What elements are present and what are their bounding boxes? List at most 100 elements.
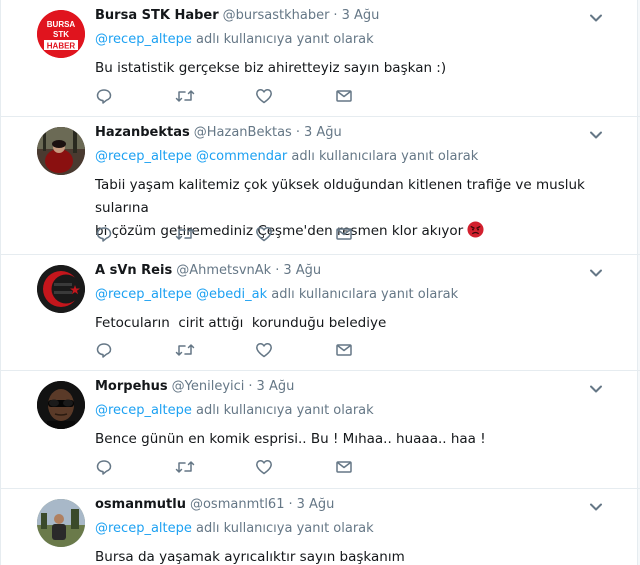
user-handle[interactable]: @bursastkhaber xyxy=(223,8,330,23)
separator-dot: · xyxy=(288,497,293,512)
tweet[interactable]: Morpehus @Yenileyici · 3 Ağu @recep_alte… xyxy=(1,371,640,489)
svg-text:STK: STK xyxy=(53,30,69,39)
tweet[interactable]: Hazanbektas @HazanBektas · 3 Ağu @recep_… xyxy=(1,117,640,255)
chevron-down-icon xyxy=(590,269,602,277)
tweet-text: Bence günün en komik esprisi.. Bu ! Mıha… xyxy=(95,431,486,447)
timestamp[interactable]: 3 Ağu xyxy=(297,497,335,512)
timestamp[interactable]: 3 Ağu xyxy=(257,379,295,394)
mention-link[interactable]: @recep_altepe xyxy=(95,149,192,164)
like-button[interactable] xyxy=(255,458,335,476)
tweet-actions xyxy=(95,458,415,476)
tweet-content: osmanmutlu @osmanmtl61 · 3 Ağu @recep_al… xyxy=(95,497,620,565)
like-icon xyxy=(256,343,272,358)
retweet-button[interactable] xyxy=(175,341,255,359)
like-button[interactable] xyxy=(255,341,335,359)
more-options-button[interactable] xyxy=(588,127,604,143)
direct-message-button[interactable] xyxy=(335,458,415,476)
mention-link[interactable]: @commendar xyxy=(196,149,287,164)
user-handle[interactable]: @AhmetsvnAk xyxy=(176,263,271,278)
reply-context-label: adlı kullanıcıya yanıt olarak xyxy=(196,403,374,418)
reply-button[interactable] xyxy=(95,458,175,476)
avatar[interactable] xyxy=(37,381,85,429)
tweet[interactable]: osmanmutlu @osmanmtl61 · 3 Ağu @recep_al… xyxy=(1,489,640,565)
reply-context: @recep_altepe @commendar adlı kullanıcıl… xyxy=(95,149,620,167)
tweet-text: Bu istatistik gerçekse biz ahiretteyiz s… xyxy=(95,60,447,76)
reply-context: @recep_altepe adlı kullanıcıya yanıt ola… xyxy=(95,403,620,421)
user-photo xyxy=(37,381,85,429)
angry-face-emoji-icon xyxy=(467,221,485,238)
tweet-actions xyxy=(95,225,415,243)
reply-context-label: adlı kullanıcılara yanıt olarak xyxy=(291,149,479,164)
mention-link[interactable]: @recep_altepe xyxy=(95,287,192,302)
more-options-button[interactable] xyxy=(588,10,604,26)
tweet-content: A sVn Reis @AhmetsvnAk · 3 Ağu @recep_al… xyxy=(95,263,620,335)
retweet-icon xyxy=(175,228,195,240)
tweet-header: osmanmutlu @osmanmtl61 · 3 Ağu xyxy=(95,497,620,515)
tweet[interactable]: BURSA STK HABER Bursa STK Haber @bursast… xyxy=(1,0,640,117)
avatar[interactable] xyxy=(37,499,85,547)
avatar[interactable]: BURSA STK HABER xyxy=(37,10,85,58)
separator-dot: · xyxy=(248,379,253,394)
reply-context-label: adlı kullanıcılara yanıt olarak xyxy=(271,287,459,302)
retweet-icon xyxy=(175,344,195,356)
display-name[interactable]: osmanmutlu xyxy=(95,497,186,512)
timestamp[interactable]: 3 Ağu xyxy=(283,263,321,278)
reply-feed: BURSA STK HABER Bursa STK Haber @bursast… xyxy=(0,0,640,565)
reply-context: @recep_altepe adlı kullanıcıya yanıt ola… xyxy=(95,521,620,539)
user-photo xyxy=(37,127,85,175)
retweet-button[interactable] xyxy=(175,458,255,476)
direct-message-icon xyxy=(336,461,352,473)
tweet-header: Hazanbektas @HazanBektas · 3 Ağu xyxy=(95,125,620,143)
display-name[interactable]: Morpehus xyxy=(95,379,168,394)
reply-context-label: adlı kullanıcıya yanıt olarak xyxy=(196,521,374,536)
reply-button[interactable] xyxy=(95,87,175,105)
reply-icon xyxy=(96,460,112,475)
direct-message-icon xyxy=(336,344,352,356)
tweet-content: Morpehus @Yenileyici · 3 Ağu @recep_alte… xyxy=(95,379,620,451)
svg-text:BURSA: BURSA xyxy=(47,20,76,29)
user-photo xyxy=(37,499,85,547)
tweet-actions xyxy=(95,87,415,105)
bursa-stk-haber-logo: BURSA STK HABER xyxy=(37,10,85,58)
mention-link[interactable]: @recep_altepe xyxy=(95,521,192,536)
direct-message-button[interactable] xyxy=(335,225,415,243)
retweet-button[interactable] xyxy=(175,87,255,105)
direct-message-button[interactable] xyxy=(335,87,415,105)
user-handle[interactable]: @HazanBektas xyxy=(194,125,292,140)
chevron-down-icon xyxy=(590,131,602,139)
mention-link[interactable]: @recep_altepe xyxy=(95,403,192,418)
mention-link[interactable]: @ebedi_ak xyxy=(196,287,267,302)
more-options-button[interactable] xyxy=(588,381,604,397)
tweet[interactable]: A sVn Reis @AhmetsvnAk · 3 Ağu @recep_al… xyxy=(1,255,640,371)
tweet-content: Bursa STK Haber @bursastkhaber · 3 Ağu @… xyxy=(95,8,620,80)
separator-dot: · xyxy=(295,125,300,140)
retweet-icon xyxy=(175,90,195,102)
reply-button[interactable] xyxy=(95,225,175,243)
tweet-header: A sVn Reis @AhmetsvnAk · 3 Ağu xyxy=(95,263,620,281)
display-name[interactable]: A sVn Reis xyxy=(95,263,172,278)
direct-message-button[interactable] xyxy=(335,341,415,359)
reply-icon xyxy=(96,343,112,358)
reply-button[interactable] xyxy=(95,341,175,359)
direct-message-icon xyxy=(336,228,352,240)
retweet-button[interactable] xyxy=(175,225,255,243)
more-options-button[interactable] xyxy=(588,499,604,515)
user-handle[interactable]: @osmanmtl61 xyxy=(190,497,285,512)
more-options-button[interactable] xyxy=(588,265,604,281)
timestamp[interactable]: 3 Ağu xyxy=(304,125,342,140)
timestamp[interactable]: 3 Ağu xyxy=(342,8,380,23)
display-name[interactable]: Bursa STK Haber xyxy=(95,8,219,23)
avatar[interactable] xyxy=(37,265,85,313)
like-button[interactable] xyxy=(255,225,335,243)
svg-text:HABER: HABER xyxy=(47,42,76,51)
like-icon xyxy=(256,227,272,242)
tweet-text: Fetocuların cirit attığı korunduğu beled… xyxy=(95,315,387,331)
mention-link[interactable]: @recep_altepe xyxy=(95,32,192,47)
tweet-header: Bursa STK Haber @bursastkhaber · 3 Ağu xyxy=(95,8,620,26)
avatar[interactable] xyxy=(37,127,85,175)
chevron-down-icon xyxy=(590,14,602,22)
reply-context: @recep_altepe @ebedi_ak adlı kullanıcıla… xyxy=(95,287,620,305)
display-name[interactable]: Hazanbektas xyxy=(95,125,190,140)
user-handle[interactable]: @Yenileyici xyxy=(172,379,245,394)
like-button[interactable] xyxy=(255,87,335,105)
